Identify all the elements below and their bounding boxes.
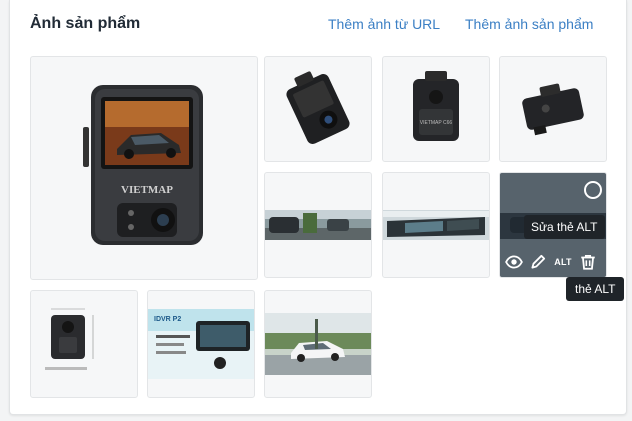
idvr-brand: IDVR P2 — [154, 316, 181, 323]
rearview-mirror-image — [383, 210, 489, 240]
product-image-5[interactable] — [264, 172, 372, 278]
dashcam-top-image — [522, 83, 584, 136]
main-image-brand: VIETMAP — [121, 184, 173, 196]
pencil-icon[interactable] — [529, 251, 547, 273]
main-dashcam-image: VIETMAP — [83, 85, 203, 245]
product-image-10[interactable] — [264, 290, 372, 398]
product-image-9[interactable]: IDVR P2 — [147, 290, 255, 398]
road-scene-image — [265, 210, 371, 240]
product-image-3[interactable]: VIETMAP C66 — [382, 56, 490, 162]
select-circle-icon[interactable] — [584, 181, 602, 199]
white-car-image — [265, 313, 371, 375]
idvr-banner-image: IDVR P2 — [148, 309, 254, 379]
add-product-image-link[interactable]: Thêm ảnh sản phẩm — [465, 16, 593, 32]
product-image-8[interactable] — [30, 290, 138, 398]
section-title: Ảnh sản phẩm — [30, 15, 141, 32]
rear-image-brand: VIETMAP C66 — [420, 120, 453, 126]
product-images-card: Ảnh sản phẩm Thêm ảnh từ URL Thêm ảnh sả… — [9, 0, 627, 415]
image-action-bar: ALT — [500, 251, 606, 273]
edit-alt-tooltip: Sửa thẻ ALT — [524, 215, 605, 239]
alt-button[interactable]: ALT — [553, 251, 573, 273]
dashcam-side-image — [286, 71, 350, 144]
dimensions-image — [45, 308, 94, 370]
product-image-2[interactable] — [264, 56, 372, 162]
product-image-main[interactable]: VIETMAP — [30, 56, 258, 280]
trash-icon[interactable] — [579, 251, 597, 273]
product-image-4[interactable] — [499, 56, 607, 162]
product-image-7-hovered[interactable]: Sửa thẻ ALT ALT — [499, 172, 607, 278]
alt-tag-tooltip: thẻ ALT — [566, 277, 625, 301]
add-image-from-url-link[interactable]: Thêm ảnh từ URL — [328, 16, 440, 32]
dashcam-rear-image: VIETMAP C66 — [413, 71, 459, 141]
eye-icon[interactable] — [505, 251, 523, 273]
product-image-6[interactable] — [382, 172, 490, 278]
